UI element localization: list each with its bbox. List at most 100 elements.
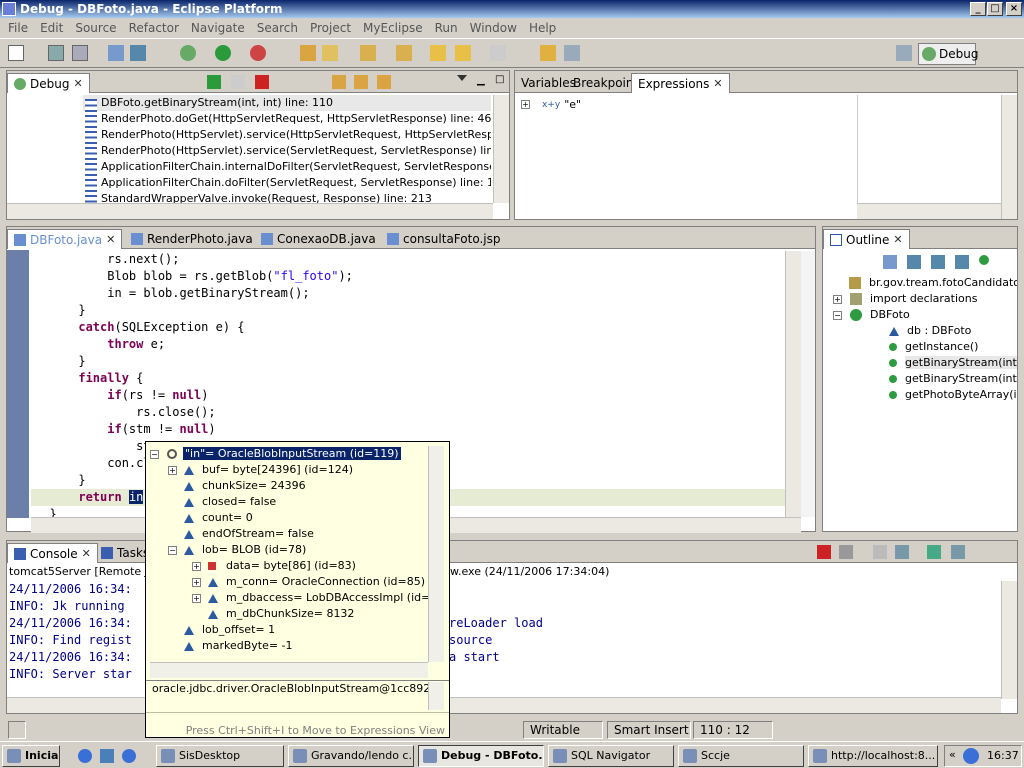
display-console-icon[interactable] [951, 545, 965, 559]
network-icon[interactable] [963, 748, 979, 764]
tab-dbfoto-java[interactable]: DBFoto.java ✕ [7, 229, 123, 249]
tab-console[interactable]: Console ✕ [7, 543, 98, 563]
detail-pane[interactable]: oracle.jdbc.driver.OracleBlobInputStream… [152, 682, 437, 695]
expand-icon[interactable]: + [192, 561, 201, 571]
last-edit-icon[interactable] [430, 45, 446, 61]
stack-frame[interactable]: ApplicationFilterChain.doFilter(ServletR… [83, 175, 491, 192]
horizontal-scrollbar[interactable] [7, 203, 493, 219]
collapse-icon[interactable]: − [168, 545, 177, 555]
horizontal-scrollbar[interactable] [857, 203, 1001, 219]
horizontal-scrollbar[interactable] [150, 662, 428, 678]
suspend-icon[interactable] [231, 75, 245, 89]
deploy-icon[interactable] [130, 45, 146, 61]
pin-console-icon[interactable] [927, 545, 941, 559]
menu-run[interactable]: Run [429, 21, 464, 35]
maximize-button[interactable]: □ [987, 2, 1003, 16]
maximize-view-icon[interactable]: □ [495, 74, 504, 85]
taskbar-item[interactable]: http://localhost:8... [808, 745, 938, 767]
tray-expand-icon[interactable]: « [949, 748, 956, 761]
expand-icon[interactable]: + [168, 465, 177, 475]
explorer-icon[interactable] [100, 749, 114, 763]
start-button[interactable]: Iniciar [2, 745, 60, 767]
close-icon[interactable]: ✕ [713, 77, 722, 90]
minimize-button[interactable]: _ [970, 2, 986, 16]
variable-row[interactable]: + data= byte[86] (id=83) [150, 558, 428, 574]
close-icon[interactable]: ✕ [893, 233, 902, 246]
taskbar-item[interactable]: Debug - DBFoto.... [418, 745, 544, 767]
media-icon[interactable] [122, 749, 136, 763]
menu-help[interactable]: Help [523, 21, 562, 35]
variable-row[interactable]: − lob= BLOB (id=78) [150, 542, 428, 558]
tab-conexaodb-java[interactable]: ConexaoDB.java [255, 229, 382, 249]
taskbar-item[interactable]: Sccje [678, 745, 804, 767]
expression-item[interactable]: + x+y "e" [521, 98, 581, 111]
tab-debug[interactable]: Debug ✕ [7, 73, 90, 93]
scroll-lock-icon[interactable] [895, 545, 909, 559]
print-icon[interactable] [72, 45, 88, 61]
outline-item[interactable]: br.gov.tream.fotoCandidato. [829, 275, 1017, 291]
menu-myeclipse[interactable]: MyEclipse [357, 21, 429, 35]
menu-window[interactable]: Window [464, 21, 523, 35]
close-icon[interactable]: ✕ [82, 547, 91, 560]
view-menu-icon[interactable] [457, 75, 467, 85]
outline-item[interactable]: + import declarations [829, 291, 1017, 307]
variable-row[interactable]: + m_dbaccess= LobDBAccessImpl (id= [150, 590, 428, 606]
sync-icon[interactable] [564, 45, 580, 61]
stack-frame[interactable]: RenderPhoto(HttpServlet).service(HttpSer… [83, 127, 491, 144]
variable-row[interactable]: count= 0 [150, 510, 428, 526]
detail-scrollbar[interactable] [428, 682, 444, 710]
sort-icon[interactable] [883, 255, 897, 269]
menu-project[interactable]: Project [304, 21, 357, 35]
tab-consultafoto-jsp[interactable]: consultaFoto.jsp [381, 229, 506, 249]
vertical-scrollbar[interactable] [1001, 95, 1017, 219]
menu-source[interactable]: Source [69, 21, 122, 35]
outline-item[interactable]: getInstance() [829, 339, 1017, 355]
variable-row[interactable]: m_dbChunkSize= 8132 [150, 606, 428, 622]
open-type-icon[interactable] [300, 45, 316, 61]
clear-console-icon[interactable] [873, 545, 887, 559]
expand-icon[interactable]: + [521, 100, 530, 109]
stack-frame[interactable]: DBFoto.getBinaryStream(int, int) line: 1… [83, 95, 491, 112]
save-icon[interactable] [48, 45, 64, 61]
pin-icon[interactable] [540, 45, 556, 61]
stack-frame[interactable]: StandardWrapperValve.invoke(Request, Res… [83, 191, 491, 203]
next-annotation-icon[interactable] [360, 45, 376, 61]
minimize-view-icon[interactable]: ▁ [477, 75, 485, 86]
stack-frame[interactable]: ApplicationFilterChain.internalDoFilter(… [83, 159, 491, 176]
tab-outline[interactable]: Outline ✕ [823, 229, 910, 249]
open-perspective-icon[interactable] [896, 45, 912, 61]
new-icon[interactable] [8, 45, 24, 61]
taskbar-item[interactable]: SisDesktop [156, 745, 284, 767]
run-icon[interactable] [215, 45, 231, 61]
close-button[interactable]: × [1006, 2, 1022, 16]
prev-annotation-icon[interactable] [396, 45, 412, 61]
server-icon[interactable] [108, 45, 124, 61]
remove-launch-icon[interactable] [839, 545, 853, 559]
expand-icon[interactable]: + [192, 593, 201, 603]
variable-row[interactable]: endOfStream= false [150, 526, 428, 542]
step-into-icon[interactable] [332, 75, 346, 89]
expand-icon[interactable]: + [192, 577, 201, 587]
step-return-icon[interactable] [377, 75, 391, 89]
ie-icon[interactable] [78, 749, 92, 763]
stack-frame[interactable]: RenderPhoto.doGet(HttpServletRequest, Ht… [83, 111, 491, 128]
menu-file[interactable]: File [2, 21, 34, 35]
tab-expressions[interactable]: Expressions ✕ [631, 73, 730, 93]
hide-nonpublic-icon[interactable] [955, 255, 969, 269]
hide-local-types-icon[interactable] [979, 255, 989, 265]
menu-edit[interactable]: Edit [34, 21, 69, 35]
step-over-icon[interactable] [354, 75, 368, 89]
outline-item[interactable]: db : DBFoto [829, 323, 1017, 339]
vertical-scrollbar[interactable] [493, 95, 509, 203]
stack-frame[interactable]: RenderPhoto(HttpServlet).service(Servlet… [83, 143, 491, 160]
expand-icon[interactable]: + [833, 294, 842, 304]
external-tools-icon[interactable] [250, 45, 266, 61]
back-icon[interactable] [455, 45, 471, 61]
outline-item[interactable]: − DBFoto [829, 307, 1017, 323]
variable-row[interactable]: + buf= byte[24396] (id=124) [150, 462, 428, 478]
outline-item[interactable]: getBinaryStream(int) [829, 371, 1017, 387]
resume-icon[interactable] [207, 75, 221, 89]
debug-run-icon[interactable] [180, 45, 196, 61]
menu-navigate[interactable]: Navigate [185, 21, 251, 35]
search-icon[interactable] [322, 45, 338, 61]
